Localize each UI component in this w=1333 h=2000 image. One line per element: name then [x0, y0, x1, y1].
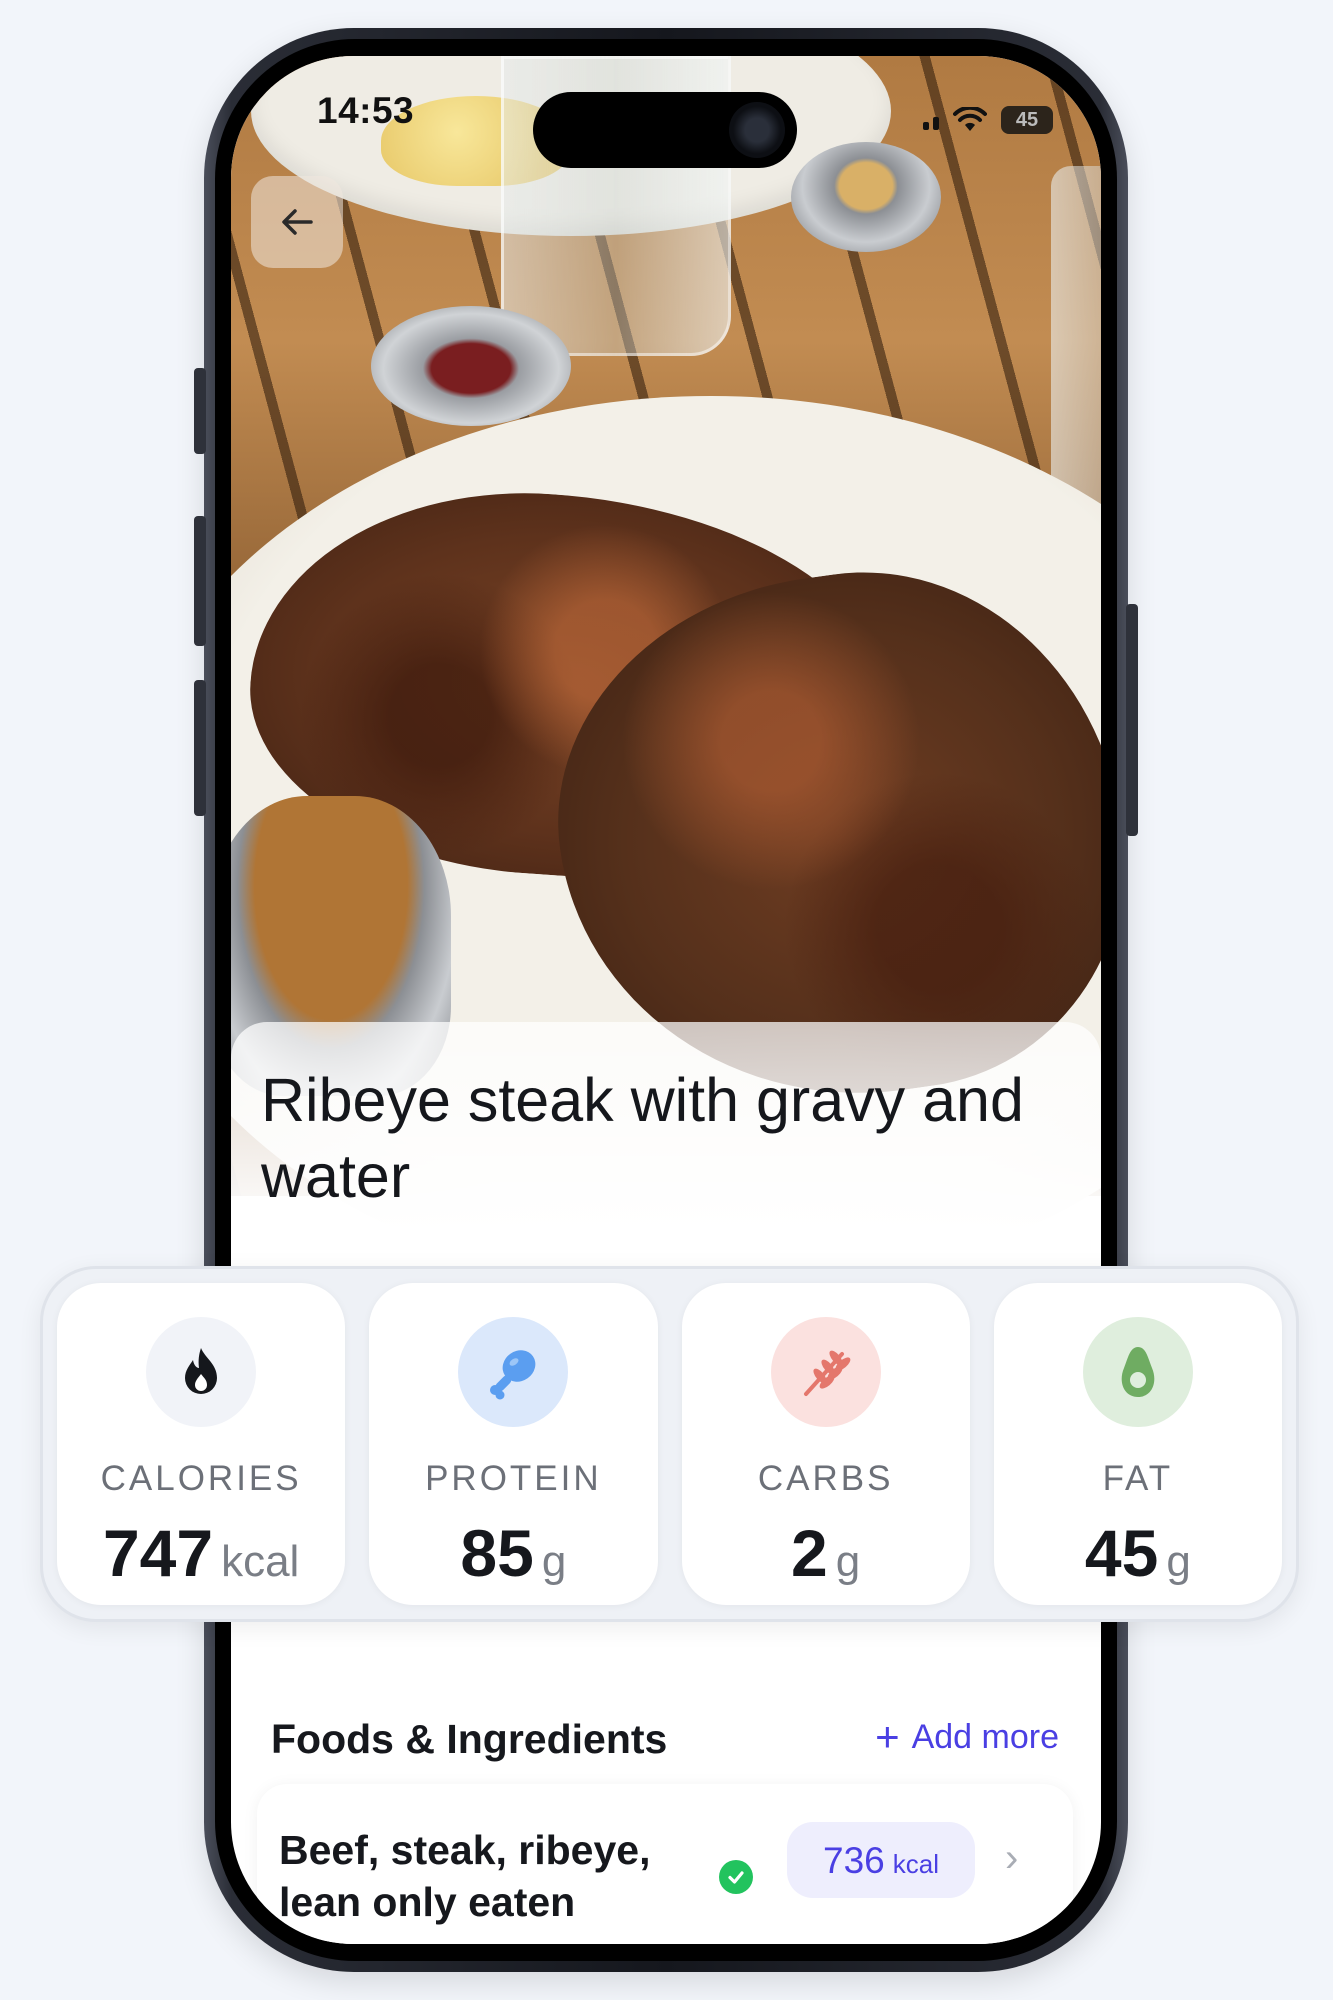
flame-icon: [146, 1317, 257, 1427]
arrow-left-icon: [282, 209, 313, 235]
macro-label: CARBS: [757, 1459, 894, 1498]
macro-number: 45: [1084, 1516, 1159, 1590]
macro-label: CALORIES: [100, 1459, 302, 1498]
macro-card-fat[interactable]: FAT 45 g: [993, 1283, 1282, 1605]
food-item-kcal-unit: kcal: [892, 1849, 939, 1879]
cellular-signal-icon: [923, 110, 939, 130]
volume-down-button: [194, 680, 206, 816]
macro-number: 747: [102, 1516, 214, 1590]
macro-value: 2g: [682, 1515, 970, 1591]
macro-unit: g: [541, 1537, 567, 1586]
check-circle-icon: [719, 1860, 753, 1894]
macro-card-carbs[interactable]: CARBS 2g: [681, 1283, 970, 1605]
macro-label: PROTEIN: [425, 1459, 602, 1498]
macro-number: 2: [791, 1516, 828, 1590]
food-item-kcal-value: 736: [823, 1840, 885, 1881]
macro-label: FAT: [1102, 1459, 1174, 1498]
drumstick-icon: [458, 1317, 569, 1427]
wheat-icon: [770, 1317, 881, 1427]
battery-icon: 45: [1001, 106, 1053, 134]
app-screen: 14:53 45 Ribeye steak with gravy and wat…: [231, 56, 1101, 1944]
action-button: [194, 368, 206, 454]
ketchup-ramekin: [371, 306, 571, 426]
macro-unit: g: [1166, 1537, 1191, 1586]
macro-unit: kcal: [221, 1537, 300, 1586]
avocado-icon: [1082, 1317, 1193, 1427]
add-more-label: Add more: [911, 1717, 1059, 1756]
dynamic-island: [533, 92, 797, 168]
macro-card-calories[interactable]: CALORIES 747 kcal: [57, 1283, 346, 1605]
macro-value: 747 kcal: [57, 1515, 345, 1591]
food-item-kcal-badge: 736 kcal: [787, 1822, 975, 1898]
macro-card-protein[interactable]: PROTEIN 85 g: [369, 1283, 658, 1605]
chevron-right-icon[interactable]: ›: [1005, 1836, 1018, 1881]
macro-summary-panel: CALORIES 747 kcal PROTEIN 85 g CARBS 2 g…: [40, 1266, 1299, 1622]
mustard-ramekin: [791, 142, 941, 252]
status-time: 14:53: [317, 90, 415, 131]
back-button[interactable]: [251, 176, 343, 268]
volume-up-button: [194, 516, 206, 646]
macro-unit: g: [835, 1537, 861, 1586]
foods-section-title: Foods & Ingredients: [271, 1716, 668, 1762]
food-item-name: Beef, steak, ribeye, lean only eaten: [279, 1827, 651, 1925]
wifi-icon: [953, 107, 987, 131]
macro-value: 85 g: [369, 1515, 657, 1591]
meal-title: Ribeye steak with gravy and water: [261, 1066, 1024, 1210]
power-button: [1126, 604, 1138, 836]
add-more-button[interactable]: + Add more: [875, 1716, 1059, 1758]
plus-icon: +: [875, 1713, 900, 1760]
status-icons: 45: [923, 100, 1053, 140]
macro-number: 85: [460, 1516, 534, 1590]
macro-value: 45 g: [994, 1515, 1282, 1591]
front-camera: [729, 102, 785, 158]
